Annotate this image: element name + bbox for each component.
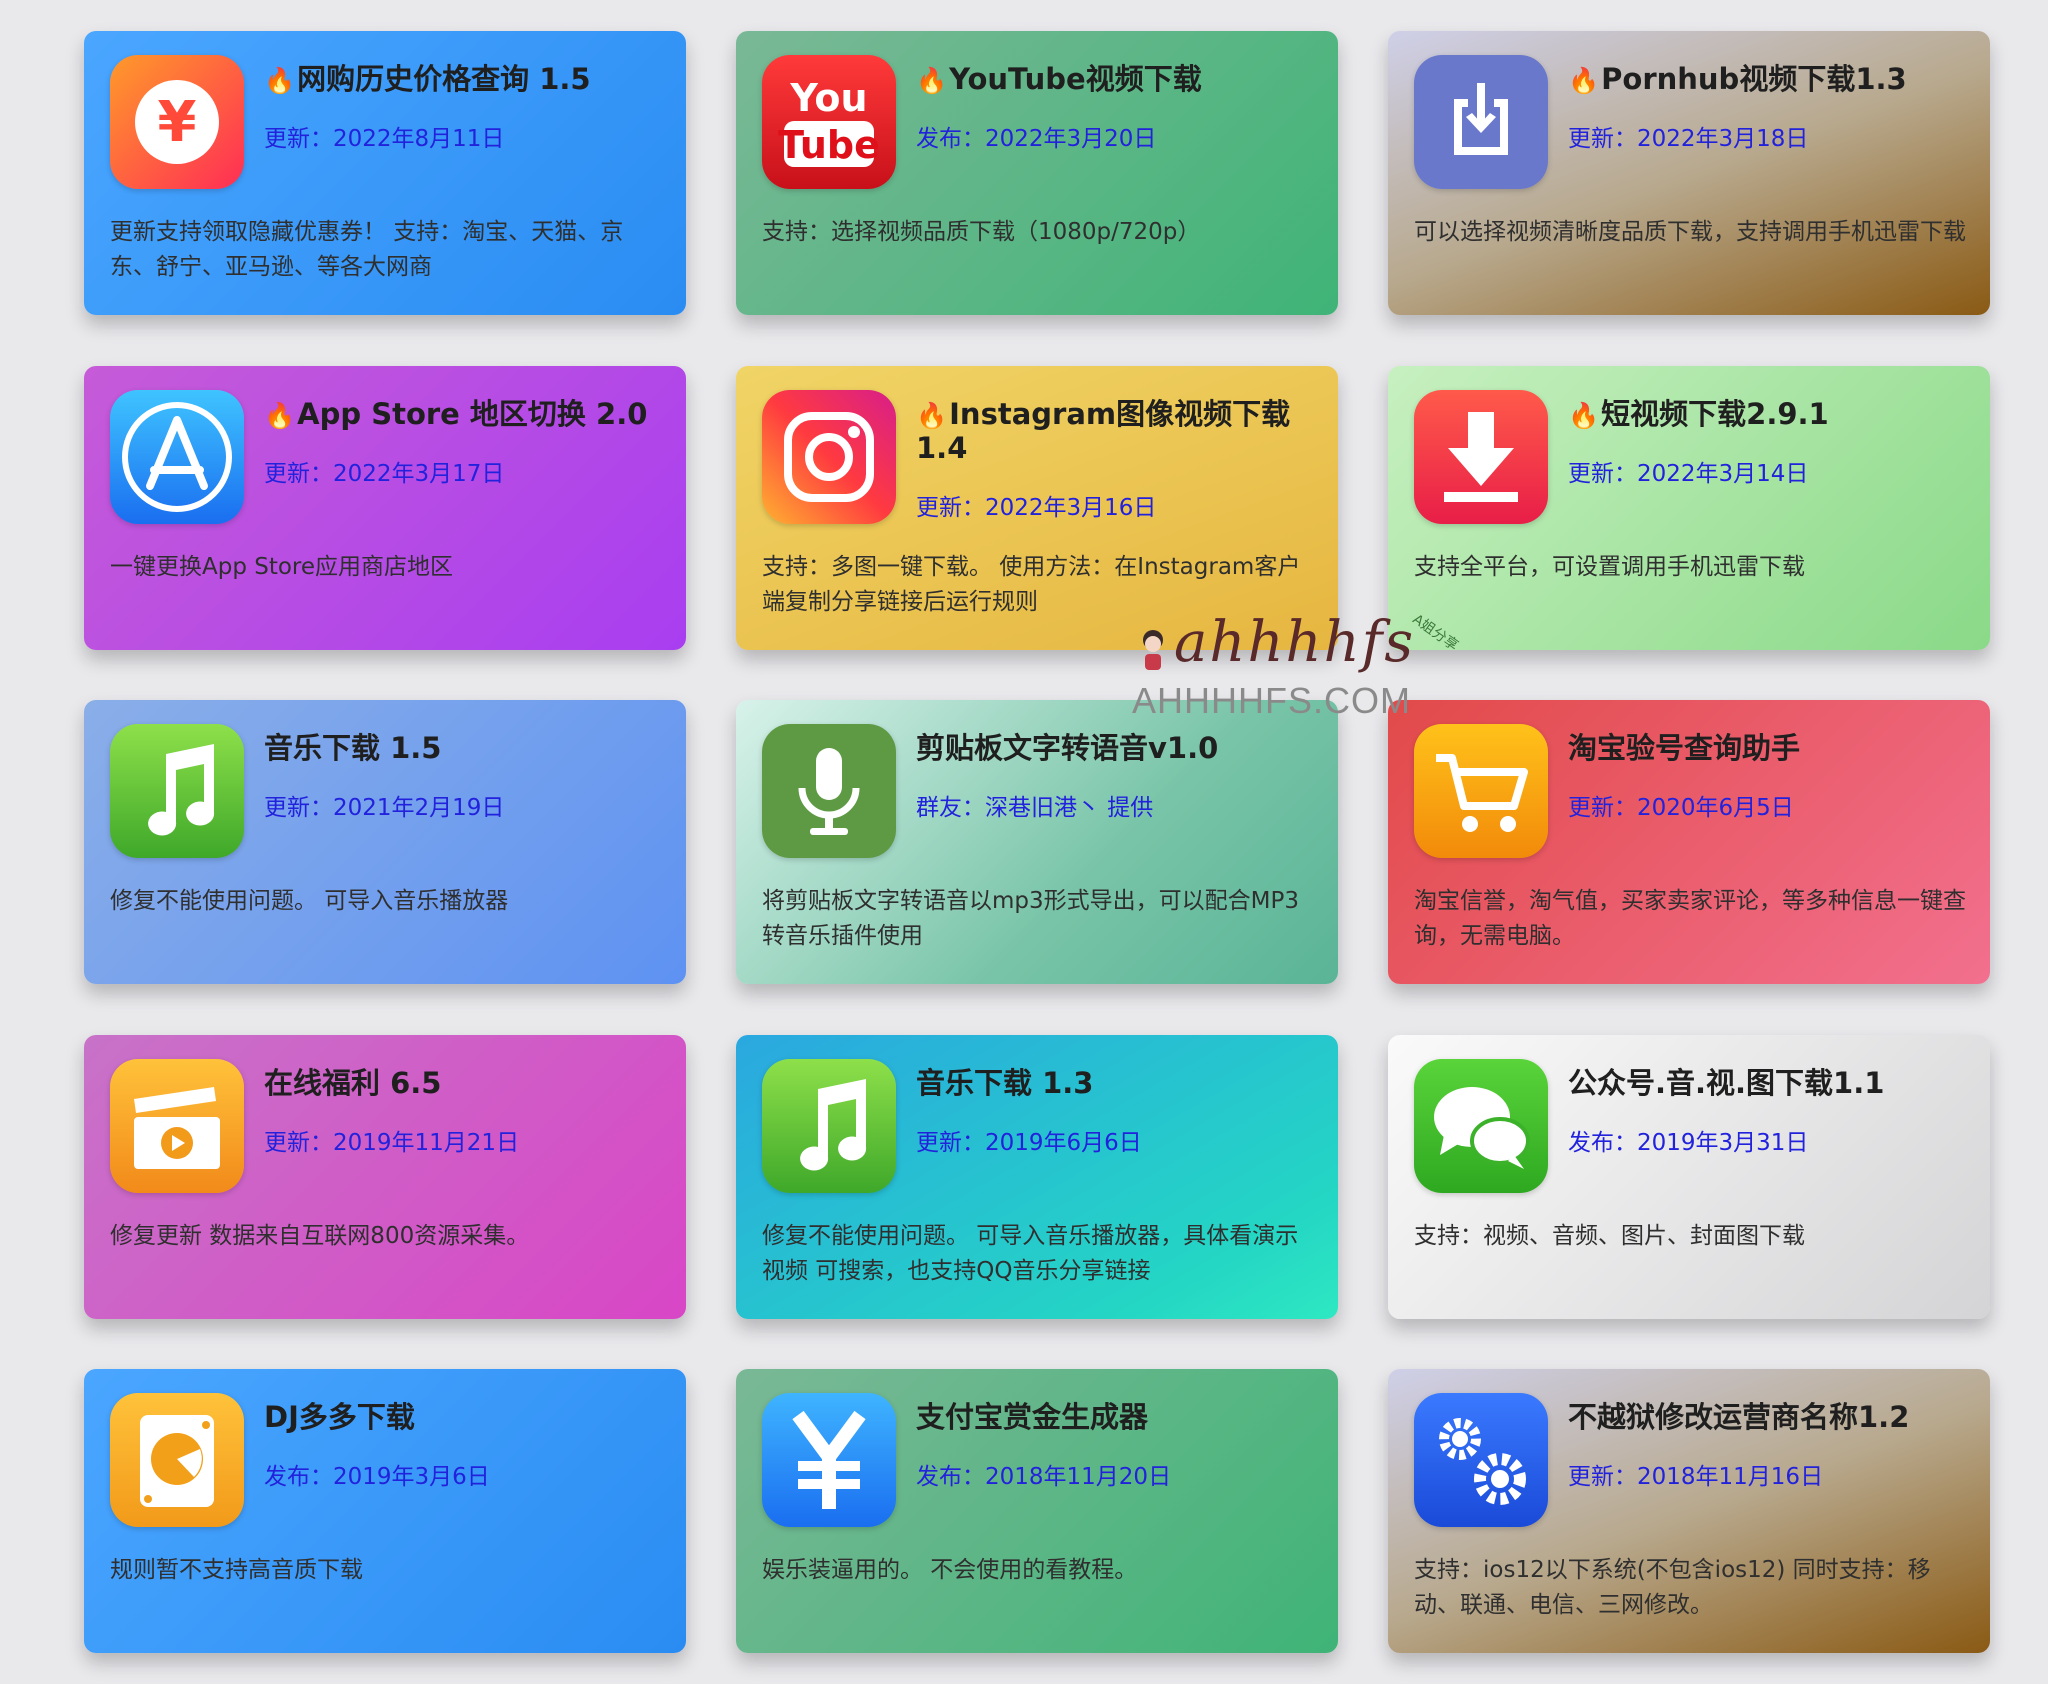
yen-coin-icon: ¥: [110, 55, 244, 189]
youtube-icon: You Tube: [762, 55, 896, 189]
card-price-history[interactable]: ¥ 🔥网购历史价格查询 1.5 更新：2022年8月11日 更新支持领取隐藏优惠…: [84, 31, 686, 315]
card-youtube-download[interactable]: You Tube 🔥YouTube视频下载 发布：2022年3月20日 支持：选择…: [736, 31, 1338, 315]
card-description: 娱乐装逼用的。 不会使用的看教程。: [762, 1557, 1138, 1583]
music-note-icon: [762, 1059, 896, 1193]
card-meta: 更新：2020年6月5日: [1568, 795, 1794, 821]
card-title: 公众号.音.视.图下载1.1: [1568, 1066, 1885, 1100]
card-meta: 更新：2019年6月6日: [916, 1130, 1142, 1156]
fire-icon: 🔥: [1568, 401, 1600, 430]
card-title: 🔥Pornhub视频下载1.3: [1568, 62, 1907, 96]
fire-icon: 🔥: [916, 401, 948, 430]
card-music-download-13[interactable]: 音乐下载 1.3 更新：2019年6月6日 修复不能使用问题。 可导入音乐播放器…: [736, 1035, 1338, 1319]
download-tray-icon: [1414, 55, 1548, 189]
card-meta: 更新：2022年3月16日: [916, 495, 1157, 521]
card-title: 🔥App Store 地区切换 2.0: [264, 397, 648, 431]
card-title: 剪贴板文字转语音v1.0: [916, 731, 1219, 765]
card-description: 支持：视频、音频、图片、封面图下载: [1414, 1223, 1805, 1249]
gears-icon: [1414, 1393, 1548, 1527]
card-online-welfare[interactable]: 在线福利 6.5 更新：2019年11月21日 修复更新 数据来自互联网800资…: [84, 1035, 686, 1319]
card-description: 规则暂不支持高音质下载: [110, 1557, 363, 1583]
fire-icon: 🔥: [1568, 66, 1600, 95]
card-title: 不越狱修改运营商名称1.2: [1568, 1400, 1910, 1434]
card-dj-download[interactable]: DJ多多下载 发布：2019年3月6日 规则暂不支持高音质下载: [84, 1369, 686, 1653]
card-description: 修复更新 数据来自互联网800资源采集。: [110, 1223, 530, 1249]
card-alipay-reward[interactable]: 支付宝赏金生成器 发布：2018年11月20日 娱乐装逼用的。 不会使用的看教程…: [736, 1369, 1338, 1653]
card-description: 将剪贴板文字转语音以mp3形式导出，可以配合MP3转音乐插件使用: [762, 888, 1299, 949]
card-title: 🔥YouTube视频下载: [916, 62, 1202, 96]
card-description: 淘宝信誉，淘气值，买家卖家评论，等多种信息一键查询，无需电脑。: [1414, 888, 1966, 949]
card-meta: 更新：2022年3月18日: [1568, 126, 1809, 152]
card-title: 🔥网购历史价格查询 1.5: [264, 62, 591, 96]
card-meta: 群友：深巷旧港丶 提供: [916, 795, 1154, 821]
music-note-icon: [110, 724, 244, 858]
card-title: 支付宝赏金生成器: [916, 1400, 1149, 1434]
card-description: 修复不能使用问题。 可导入音乐播放器，具体看演示视频 可搜索，也支持QQ音乐分享…: [762, 1223, 1299, 1284]
card-music-download-15[interactable]: 音乐下载 1.5 更新：2021年2月19日 修复不能使用问题。 可导入音乐播放…: [84, 700, 686, 984]
card-meta: 更新：2021年2月19日: [264, 795, 505, 821]
card-short-video-download[interactable]: 🔥短视频下载2.9.1 更新：2022年3月14日 支持全平台，可设置调用手机迅…: [1388, 366, 1990, 650]
card-meta: 更新：2022年3月14日: [1568, 461, 1809, 487]
card-taobao-account-check[interactable]: 淘宝验号查询助手 更新：2020年6月5日 淘宝信誉，淘气值，买家卖家评论，等多…: [1388, 700, 1990, 984]
fire-icon: 🔥: [264, 401, 296, 430]
card-description: 修复不能使用问题。 可导入音乐播放器: [110, 888, 509, 914]
card-title: 音乐下载 1.3: [916, 1066, 1094, 1100]
card-meta: 更新：2019年11月21日: [264, 1130, 520, 1156]
card-carrier-name[interactable]: 不越狱修改运营商名称1.2 更新：2018年11月16日 支持：ios12以下系…: [1388, 1369, 1990, 1653]
card-description: 更新支持领取隐藏优惠券！ 支持：淘宝、天猫、京东、舒宁、亚马逊、等各大网商: [110, 219, 624, 280]
video-clapper-icon: [110, 1059, 244, 1193]
card-pornhub-download[interactable]: 🔥Pornhub视频下载1.3 更新：2022年3月18日 可以选择视频清晰度品…: [1388, 31, 1990, 315]
card-meta: 发布：2018年11月20日: [916, 1464, 1172, 1490]
card-description: 支持全平台，可设置调用手机迅雷下载: [1414, 554, 1805, 580]
card-title: 🔥Instagram图像视频下载1.4: [916, 397, 1291, 465]
card-wechat-media-download[interactable]: 公众号.音.视.图下载1.1 发布：2019年3月31日 支持：视频、音频、图片…: [1388, 1035, 1990, 1319]
card-meta: 发布：2019年3月31日: [1568, 1130, 1809, 1156]
card-meta: 发布：2022年3月20日: [916, 126, 1157, 152]
card-description: 支持：ios12以下系统(不包含ios12) 同时支持：移动、联通、电信、三网修…: [1414, 1557, 1931, 1618]
yen-icon: [762, 1393, 896, 1527]
disk-icon: [110, 1393, 244, 1527]
card-instagram-download[interactable]: 🔥Instagram图像视频下载1.4 更新：2022年3月16日 支持：多图一…: [736, 366, 1338, 650]
download-arrow-icon: [1414, 390, 1548, 524]
instagram-icon: [762, 390, 896, 524]
svg-text:You: You: [789, 76, 867, 120]
fire-icon: 🔥: [916, 66, 948, 95]
card-title: 音乐下载 1.5: [264, 731, 442, 765]
card-title: 淘宝验号查询助手: [1568, 731, 1801, 765]
svg-text:¥: ¥: [158, 90, 197, 155]
app-store-icon: [110, 390, 244, 524]
fire-icon: 🔥: [264, 66, 296, 95]
card-description: 支持：多图一键下载。 使用方法：在Instagram客户端复制分享链接后运行规则: [762, 554, 1301, 615]
card-meta: 更新：2018年11月16日: [1568, 1464, 1824, 1490]
card-title: DJ多多下载: [264, 1400, 415, 1434]
card-meta: 更新：2022年8月11日: [264, 126, 505, 152]
card-meta: 发布：2019年3月6日: [264, 1464, 490, 1490]
shopping-cart-icon: [1414, 724, 1548, 858]
card-description: 支持：选择视频品质下载（1080p/720p）: [762, 219, 1201, 245]
card-meta: 更新：2022年3月17日: [264, 461, 505, 487]
card-grid: ¥ 🔥网购历史价格查询 1.5 更新：2022年8月11日 更新支持领取隐藏优惠…: [0, 0, 2048, 1684]
card-clipboard-tts[interactable]: 剪贴板文字转语音v1.0 群友：深巷旧港丶 提供 将剪贴板文字转语音以mp3形式…: [736, 700, 1338, 984]
chat-bubbles-icon: [1414, 1059, 1548, 1193]
card-description: 一键更换App Store应用商店地区: [110, 554, 454, 580]
microphone-icon: [762, 724, 896, 858]
svg-text:Tube: Tube: [778, 123, 880, 167]
card-description: 可以选择视频清晰度品质下载，支持调用手机迅雷下载: [1414, 219, 1966, 245]
card-title: 在线福利 6.5: [264, 1066, 442, 1100]
card-app-store-region[interactable]: 🔥App Store 地区切换 2.0 更新：2022年3月17日 一键更换Ap…: [84, 366, 686, 650]
card-title: 🔥短视频下载2.9.1: [1568, 397, 1829, 431]
